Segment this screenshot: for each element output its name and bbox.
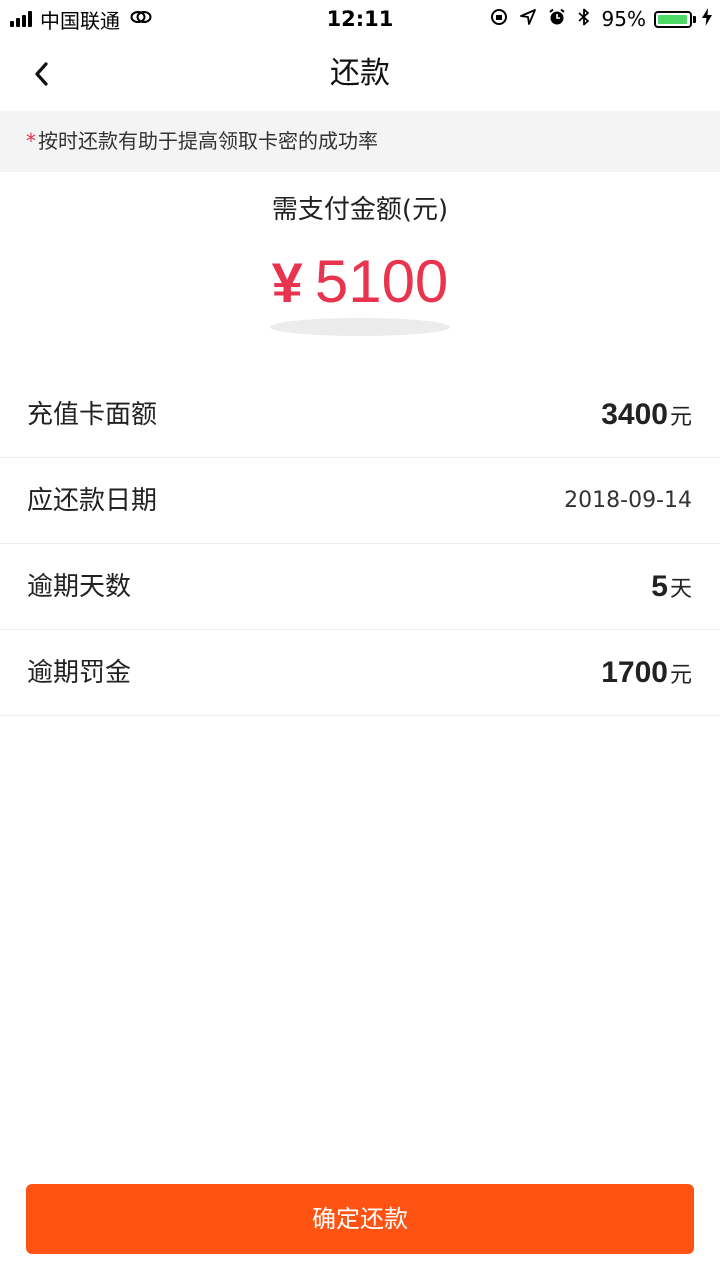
battery-level [658, 14, 687, 24]
notice-bar: * 按时还款有助于提高领取卡密的成功率 [0, 111, 720, 172]
detail-label: 应还款日期 [27, 486, 158, 516]
bluetooth-icon [577, 8, 590, 31]
nav-bar: 还款 [0, 38, 720, 110]
location-icon [519, 8, 536, 30]
confirm-repay-button[interactable]: 确定还款 [26, 1184, 694, 1254]
amount-label: 需支付金额(元) [271, 195, 449, 225]
alarm-icon [548, 8, 566, 31]
detail-label: 逾期罚金 [27, 658, 132, 688]
detail-label: 逾期天数 [27, 572, 132, 602]
detail-row-card-value: 充值卡面额 3400元 [0, 372, 720, 458]
status-right: 95% [478, 6, 712, 32]
status-bar: 中国联通 12:11 95% [0, 0, 720, 38]
detail-unit: 元 [669, 405, 692, 430]
details-list: 充值卡面额 3400元 应还款日期 2018-09-14 逾期天数 5天 逾期罚… [0, 372, 720, 716]
amount-number: 5100 [314, 248, 449, 315]
detail-value: 2018-09-14 [564, 458, 692, 544]
page-title: 还款 [330, 56, 390, 91]
repayment-screen: 中国联通 12:11 95% 还款 * 按时还款有助于提高领取卡密的成功率 需支… [0, 0, 720, 1280]
rotation-lock-icon [490, 8, 508, 31]
detail-number: 3400 [601, 398, 668, 431]
detail-row-due-date: 应还款日期 2018-09-14 [0, 458, 720, 544]
detail-value: 5天 [651, 544, 692, 630]
battery-icon [654, 10, 692, 28]
detail-row-overdue-days: 逾期天数 5天 [0, 544, 720, 630]
detail-value: 3400元 [601, 372, 692, 458]
currency-symbol: ¥ [271, 251, 303, 314]
detail-unit: 天 [669, 577, 692, 602]
amount-value: ¥5100 [0, 242, 720, 322]
amount-shadow [270, 318, 450, 336]
battery-cap [693, 15, 696, 23]
detail-value: 1700元 [601, 630, 692, 716]
charging-icon [702, 7, 712, 31]
detail-unit: 元 [669, 663, 692, 688]
notice-text: 按时还款有助于提高领取卡密的成功率 [38, 129, 378, 153]
detail-row-overdue-penalty: 逾期罚金 1700元 [0, 630, 720, 716]
battery-percent: 95% [601, 7, 646, 31]
detail-label: 充值卡面额 [27, 400, 158, 430]
notice-asterisk: * [26, 129, 36, 153]
detail-number: 5 [651, 570, 668, 603]
detail-number: 1700 [601, 656, 668, 689]
detail-date: 2018-09-14 [564, 488, 692, 513]
